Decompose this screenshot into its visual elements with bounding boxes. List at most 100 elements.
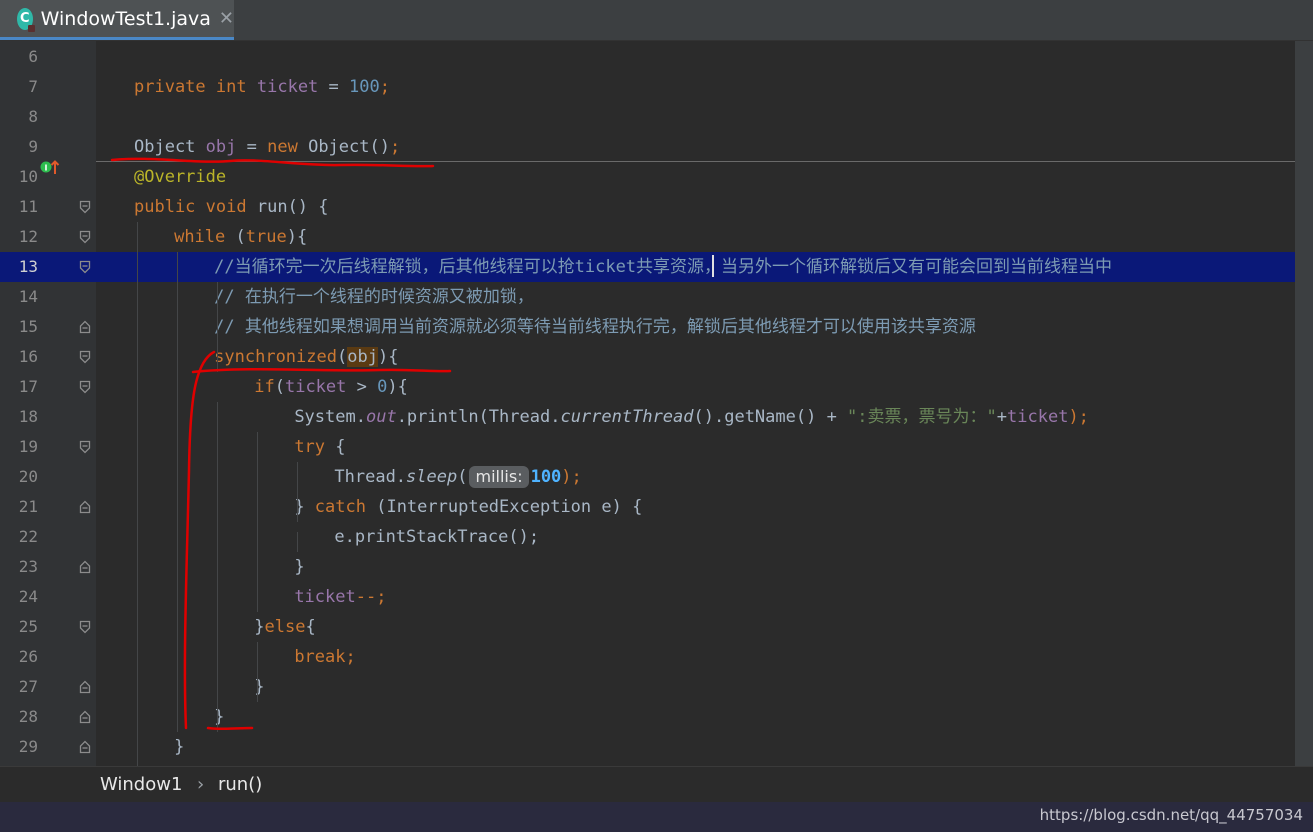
fold-collapse-icon[interactable]: [79, 440, 91, 454]
code-line-content[interactable]: ticket--;: [294, 582, 386, 612]
fold-collapse-icon[interactable]: [79, 200, 91, 214]
code-line-content[interactable]: System.out.println(Thread.currentThread(…: [294, 402, 1089, 432]
code-line-content[interactable]: e.printStackTrace();: [334, 522, 539, 552]
code-line[interactable]: 19 try {: [0, 432, 1295, 462]
code-line-content[interactable]: public void run() {: [134, 192, 329, 222]
code-line-content[interactable]: private int ticket = 100;: [134, 72, 390, 102]
keyword: else: [264, 617, 306, 637]
code-line-content[interactable]: }: [294, 552, 304, 582]
breadcrumb: Window1 › run(): [0, 766, 1313, 803]
indent-guide: [297, 462, 298, 522]
fold-end-icon[interactable]: [79, 740, 91, 754]
code-line[interactable]: 20 Thread.sleep(millis: 100);: [0, 462, 1295, 492]
code-line[interactable]: 28}: [0, 702, 1295, 732]
line-number: 21: [18, 497, 38, 516]
code-line-content[interactable]: break;: [294, 642, 355, 672]
code-line-content[interactable]: // 其他线程如果想调用当前资源就必须等待当前线程执行完，解锁后其他线程才可以使…: [214, 312, 976, 342]
code-text: .println(Thread.: [396, 407, 561, 427]
fold-collapse-icon[interactable]: [79, 260, 91, 274]
code-line[interactable]: 12 while (true){: [0, 222, 1295, 252]
override-gutter-icon[interactable]: I: [40, 160, 66, 182]
code-comment: //当循环完一次后线程解锁，后其他线程可以抢ticket共享资源，当另外一个循环…: [214, 257, 1113, 277]
editor-tab[interactable]: C WindowTest1.java ✕: [0, 0, 234, 40]
code-line[interactable]: 18 System.out.println(Thread.currentThrea…: [0, 402, 1295, 432]
fold-collapse-icon[interactable]: [79, 620, 91, 634]
breadcrumb-method[interactable]: run(): [218, 774, 262, 795]
type-name: Object: [134, 137, 196, 157]
line-number: 24: [18, 587, 38, 606]
fold-end-icon[interactable]: [79, 710, 91, 724]
keyword: new: [267, 137, 298, 157]
keyword: try: [294, 437, 326, 457]
code-line-content[interactable]: // 在执行一个线程的时候资源又被加锁，: [214, 282, 534, 312]
code-line[interactable]: 24 ticket--;: [0, 582, 1295, 612]
code-line[interactable]: 22 e.printStackTrace();: [0, 522, 1295, 552]
code-line-content[interactable]: } catch (InterruptedException e) {: [294, 492, 642, 522]
line-number: 16: [18, 347, 38, 366]
code-line[interactable]: 15 // 其他线程如果想调用当前资源就必须等待当前线程执行完，解锁后其他线程才可…: [0, 312, 1295, 342]
parameter-hint: millis:: [469, 466, 529, 488]
code-line[interactable]: 8: [0, 102, 1295, 132]
code-line[interactable]: 13 //当循环完一次后线程解锁，后其他线程可以抢ticket共享资源，当另外一个…: [0, 252, 1295, 282]
code-line-content[interactable]: Thread.sleep(millis: 100);: [334, 462, 582, 492]
code-line[interactable]: 21 } catch (InterruptedException e) {: [0, 492, 1295, 522]
vertical-scrollbar[interactable]: [1295, 41, 1313, 766]
code-line[interactable]: 16 synchronized(obj){: [0, 342, 1295, 372]
indent-guide: [217, 402, 218, 732]
breadcrumb-class[interactable]: Window1: [100, 774, 182, 795]
fold-end-icon[interactable]: [79, 320, 91, 334]
fold-end-icon[interactable]: [79, 680, 91, 694]
code-line-content[interactable]: try {: [294, 432, 345, 462]
line-number: 23: [18, 557, 38, 576]
code-line[interactable]: 9 Object obj = new Object();: [0, 132, 1295, 162]
breadcrumb-separator: ›: [197, 774, 205, 795]
watermark: https://blog.csdn.net/qq_44757034: [1039, 806, 1303, 824]
semicolon: ;: [379, 77, 390, 97]
line-number: 6: [28, 47, 38, 66]
code-text: );: [561, 467, 582, 487]
keyword: if: [254, 377, 275, 397]
keyword: int: [215, 77, 247, 97]
code-line-content[interactable]: Object obj = new Object();: [134, 132, 400, 162]
line-number: 20: [18, 467, 38, 486]
code-line[interactable]: 25 }else{: [0, 612, 1295, 642]
code-text: System.: [294, 407, 366, 427]
code-line[interactable]: 17 if(ticket > 0){: [0, 372, 1295, 402]
line-number: 25: [18, 617, 38, 636]
code-line[interactable]: 11 public void run() {: [0, 192, 1295, 222]
code-line-content[interactable]: }: [214, 702, 224, 732]
line-number: 28: [18, 707, 38, 726]
code-line[interactable]: 10 @Override: [0, 162, 1295, 192]
code-line-content[interactable]: //当循环完一次后线程解锁，后其他线程可以抢ticket共享资源，当另外一个循环…: [214, 252, 1112, 282]
code-line-content[interactable]: }: [174, 732, 184, 762]
static-field: out: [365, 407, 397, 427]
lock-object: obj: [347, 347, 378, 367]
operator: >: [346, 377, 378, 397]
fold-collapse-icon[interactable]: [79, 350, 91, 364]
code-line[interactable]: 7 private int ticket = 100;: [0, 72, 1295, 102]
fold-end-icon[interactable]: [79, 560, 91, 574]
line-number: 8: [28, 107, 38, 126]
semicolon: ;: [389, 137, 401, 157]
code-line[interactable]: 27}: [0, 672, 1295, 702]
code-text: );: [1068, 407, 1089, 427]
fold-end-icon[interactable]: [79, 500, 91, 514]
indent-guide: [217, 282, 218, 372]
text-caret: [712, 255, 714, 277]
code-line-content[interactable]: }: [254, 672, 264, 702]
code-line[interactable]: 26 break;: [0, 642, 1295, 672]
code-line-content[interactable]: synchronized(obj){: [214, 342, 398, 372]
fold-collapse-icon[interactable]: [79, 230, 91, 244]
fold-collapse-icon[interactable]: [79, 380, 91, 394]
code-line[interactable]: 23}: [0, 552, 1295, 582]
code-editor[interactable]: 6 7 private int ticket = 100; 8 9 Object obj …: [0, 41, 1295, 766]
code-line-content[interactable]: if(ticket > 0){: [254, 372, 408, 402]
code-line-content[interactable]: }else{: [254, 612, 315, 642]
code-line-content[interactable]: while (true){: [174, 222, 307, 252]
close-icon[interactable]: ✕: [219, 8, 234, 29]
keyword: break: [294, 647, 346, 667]
code-line[interactable]: 29}: [0, 732, 1295, 762]
code-line[interactable]: 6: [0, 42, 1295, 72]
code-line-content[interactable]: @Override: [134, 162, 226, 192]
code-line[interactable]: 14 // 在执行一个线程的时候资源又被加锁，: [0, 282, 1295, 312]
